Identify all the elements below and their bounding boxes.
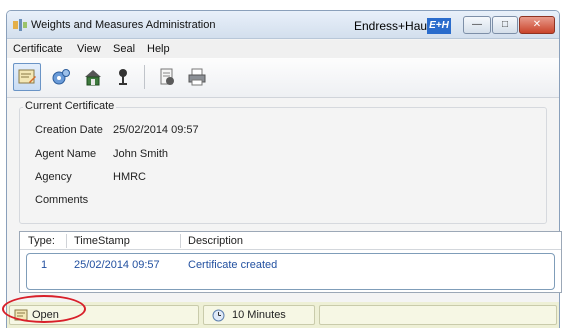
maximize-button[interactable]: □ [492, 16, 518, 34]
column-header-description[interactable]: Description [188, 235, 243, 247]
column-divider[interactable] [180, 234, 181, 248]
print-button[interactable] [183, 63, 211, 91]
lock-button[interactable] [79, 63, 107, 91]
row-timestamp-cell: 25/02/2014 09:57 [74, 259, 160, 271]
session-timeout-text: 10 Minutes [232, 309, 286, 321]
menu-certificate[interactable]: Certificate [13, 43, 63, 55]
history-list[interactable]: Type: TimeStamp Description 1 25/02/2014… [19, 231, 562, 293]
table-row[interactable]: 1 25/02/2014 09:57 Certificate created [26, 253, 555, 290]
title-bar[interactable]: Weights and Measures Administration Endr… [7, 11, 559, 39]
settings-icon [52, 69, 70, 85]
toolbar [7, 58, 559, 98]
status-pane-timeout: 10 Minutes [203, 305, 315, 325]
print-icon [188, 68, 206, 86]
window-title: Weights and Measures Administration [31, 19, 216, 31]
highlight-circle [2, 295, 86, 323]
row-description-cell: Certificate created [188, 259, 278, 271]
lock-icon [85, 70, 101, 86]
certificate-edit-button[interactable] [13, 63, 41, 91]
current-certificate-label: Current Certificate [23, 100, 117, 112]
status-bar: Open 10 Minutes [7, 302, 559, 328]
menu-bar: Certificate View Seal Help [7, 40, 559, 58]
creation-date-value: 25/02/2014 09:57 [113, 124, 199, 136]
column-divider[interactable] [66, 234, 67, 248]
minimize-button[interactable]: — [463, 16, 491, 34]
agent-name-label: Agent Name [35, 148, 97, 160]
agent-name-value: John Smith [113, 148, 169, 160]
agency-value: HMRC [113, 171, 146, 183]
seal-button[interactable] [109, 63, 137, 91]
scale-app-icon [13, 19, 27, 31]
seal-icon [119, 69, 127, 85]
menu-view[interactable]: View [77, 43, 101, 55]
settings-button[interactable] [47, 63, 75, 91]
agency-label: Agency [35, 171, 72, 183]
status-pane-empty [319, 305, 557, 325]
column-header-type[interactable]: Type: [28, 235, 55, 247]
history-list-header: Type: TimeStamp Description [20, 232, 561, 250]
menu-seal[interactable]: Seal [113, 43, 135, 55]
report-icon [160, 68, 174, 85]
menu-help[interactable]: Help [147, 43, 170, 55]
comments-label: Comments [35, 194, 89, 206]
brand-logo: E+H [427, 18, 451, 34]
toolbar-divider [144, 65, 145, 89]
certificate-edit-icon [18, 69, 36, 84]
row-type-cell: 1 [41, 259, 48, 271]
column-header-timestamp[interactable]: TimeStamp [74, 235, 130, 247]
app-window: Weights and Measures Administration Endr… [6, 10, 562, 328]
report-button[interactable] [153, 63, 181, 91]
clock-icon [212, 309, 225, 322]
close-button[interactable]: ✕ [519, 16, 555, 34]
creation-date-label: Creation Date [35, 124, 103, 136]
